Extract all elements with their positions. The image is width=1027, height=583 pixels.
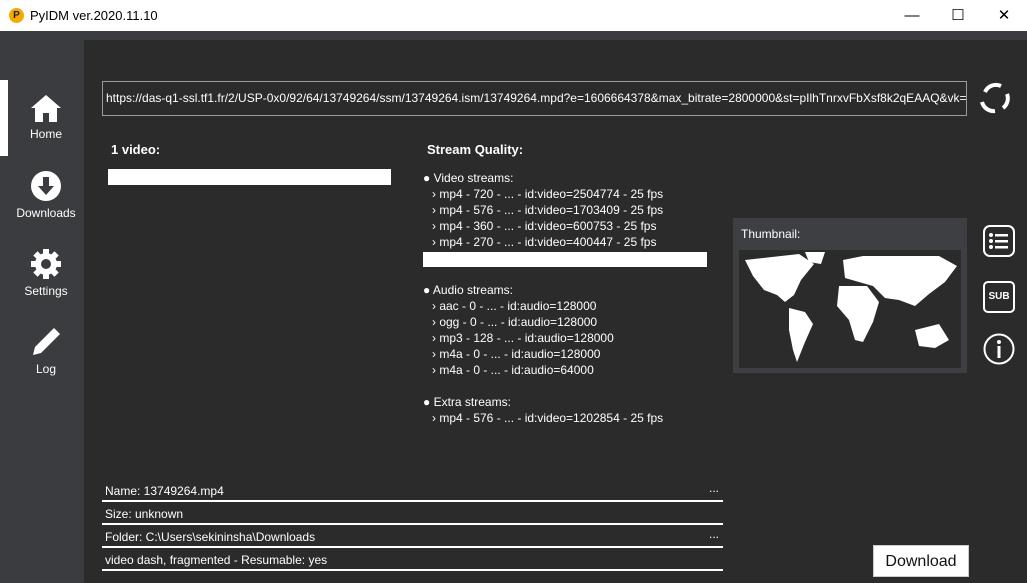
gear-icon bbox=[31, 249, 61, 279]
subtitles-button[interactable]: SUB bbox=[983, 281, 1015, 313]
file-name-field[interactable]: Name: 13749264.mp4... bbox=[102, 480, 723, 502]
sidebar-item-label: Home bbox=[29, 127, 62, 141]
file-type-field: video dash, fragmented - Resumable: yes bbox=[102, 549, 723, 571]
sidebar-item-log[interactable]: Log bbox=[8, 326, 84, 376]
file-size: Size: unknown bbox=[105, 507, 184, 521]
minimize-button[interactable]: — bbox=[889, 0, 935, 31]
refresh-icon[interactable] bbox=[977, 80, 1013, 116]
file-name: Name: 13749264.mp4 bbox=[105, 484, 224, 498]
video-select[interactable] bbox=[108, 169, 391, 185]
active-indicator bbox=[0, 80, 8, 156]
thumbnail-panel: Thumbnail: bbox=[733, 218, 967, 373]
browse-folder-button[interactable]: ... bbox=[709, 523, 719, 545]
folder-path: Folder: C:\Users\sekininsha\Downloads bbox=[105, 530, 316, 544]
sidebar-item-label: Downloads bbox=[16, 206, 76, 220]
sidebar-item-label: Settings bbox=[24, 284, 68, 298]
stream-item[interactable]: › m4a - 0 - ... - id:audio=128000 bbox=[432, 346, 707, 362]
audio-streams-title: ● Audio streams: bbox=[423, 283, 513, 297]
videos-heading: 1 video: bbox=[111, 142, 161, 157]
folder-field[interactable]: Folder: C:\Users\sekininsha\Downloads... bbox=[102, 526, 723, 548]
download-icon bbox=[31, 171, 61, 201]
stream-item[interactable]: › mp3 - 128 - ... - id:audio=128000 bbox=[432, 330, 707, 346]
app-logo-icon: P bbox=[9, 8, 24, 23]
pencil-icon bbox=[33, 328, 60, 355]
stream-item[interactable]: › ogg - 0 - ... - id:audio=128000 bbox=[432, 314, 707, 330]
title-bar: P PyIDM ver.2020.11.10 — ☐ ✕ bbox=[0, 0, 1027, 31]
rename-button[interactable]: ... bbox=[709, 477, 719, 499]
sidebar-item-downloads[interactable]: Downloads bbox=[8, 170, 84, 220]
home-icon bbox=[31, 95, 61, 122]
stream-item[interactable]: › mp4 - 270 - ... - id:video=400447 - 25… bbox=[432, 234, 707, 250]
download-button[interactable]: Download bbox=[873, 545, 969, 577]
sidebar-item-home[interactable]: Home bbox=[8, 93, 84, 141]
thumbnail-label: Thumbnail: bbox=[741, 227, 801, 241]
stream-item[interactable]: › mp4 - 576 - ... - id:video=1202854 - 2… bbox=[432, 410, 707, 426]
stream-item[interactable]: › mp4 - 720 - ... - id:video=2504774 - 2… bbox=[432, 186, 707, 202]
playlist-icon[interactable] bbox=[983, 225, 1015, 257]
sidebar-item-settings[interactable]: Settings bbox=[8, 248, 84, 298]
video-streams-title: ● Video streams: bbox=[423, 171, 514, 185]
stream-select-bar[interactable] bbox=[423, 252, 707, 267]
window-title: PyIDM ver.2020.11.10 bbox=[30, 8, 158, 23]
file-size-field: Size: unknown bbox=[102, 503, 723, 525]
url-input[interactable]: https://das-q1-ssl.tf1.fr/2/USP-0x0/92/6… bbox=[102, 81, 967, 116]
stream-item[interactable]: › aac - 0 - ... - id:audio=128000 bbox=[432, 298, 707, 314]
info-icon[interactable] bbox=[983, 333, 1015, 365]
streams-list: ● Video streams: › mp4 - 720 - ... - id:… bbox=[423, 170, 707, 426]
thumbnail-image bbox=[739, 250, 961, 368]
file-type: video dash, fragmented - Resumable: yes bbox=[105, 553, 328, 567]
stream-item[interactable]: › m4a - 0 - ... - id:audio=64000 bbox=[432, 362, 707, 378]
sidebar-item-label: Log bbox=[35, 362, 57, 376]
stream-item[interactable]: › mp4 - 576 - ... - id:video=1703409 - 2… bbox=[432, 202, 707, 218]
stream-quality-heading: Stream Quality: bbox=[427, 142, 524, 157]
world-map-icon bbox=[745, 252, 957, 362]
close-button[interactable]: ✕ bbox=[981, 0, 1027, 31]
maximize-button[interactable]: ☐ bbox=[935, 0, 981, 31]
stream-item[interactable]: › mp4 - 360 - ... - id:video=600753 - 25… bbox=[432, 218, 707, 234]
extra-streams-title: ● Extra streams: bbox=[423, 395, 511, 409]
